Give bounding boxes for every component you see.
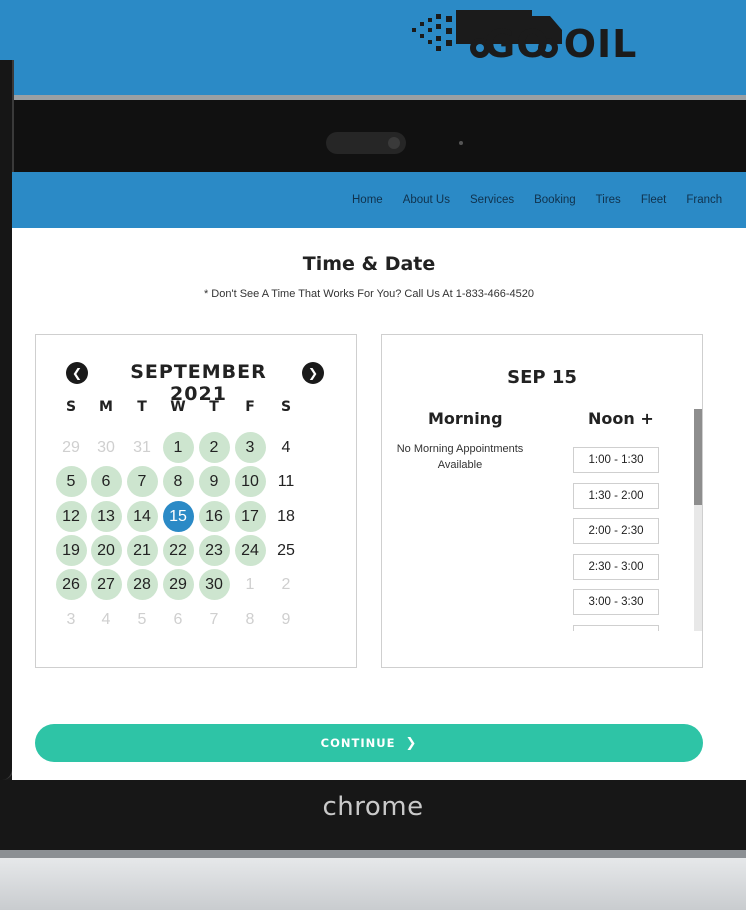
calendar-day: 6 (173, 611, 183, 628)
calendar-day: 4 (281, 439, 291, 456)
calendar-day: 7 (209, 611, 219, 628)
calendar-day: 25 (277, 542, 295, 559)
time-slot-button[interactable]: 3:00 - 3:30 (573, 589, 659, 615)
calendar-day[interactable]: 21 (126, 535, 158, 566)
nav-item-franch[interactable]: Franch (686, 194, 722, 206)
calendar-day[interactable]: 5 (55, 466, 87, 497)
calendar-day[interactable]: 28 (126, 569, 158, 600)
calendar-day[interactable]: 30 (198, 569, 230, 600)
calendar-day: 9 (281, 611, 291, 628)
calendar-day[interactable]: 24 (234, 535, 266, 566)
continue-label: CONTINUE (320, 736, 396, 750)
nav-list: Home About Us Services Booking Tires Fleet Fra… (352, 172, 742, 228)
noon-header: Noon + (588, 409, 654, 428)
calendar-day: 2 (281, 576, 291, 593)
calendar-day[interactable]: 26 (55, 569, 87, 600)
prev-month-button[interactable]: ❮ (66, 362, 88, 384)
calendar-day[interactable]: 12 (55, 501, 87, 532)
weekday-label: S (65, 399, 77, 415)
calendar-day[interactable]: 8 (162, 466, 194, 497)
calendar-day[interactable]: 13 (90, 501, 122, 532)
main-nav: Home About Us Services Booking Tires Fleet Fra… (12, 172, 746, 228)
slot-scrollbar-thumb[interactable] (694, 409, 702, 505)
no-morning-message: No Morning Appointments Available (396, 443, 524, 471)
calendar-day[interactable]: 17 (234, 501, 266, 532)
continue-button[interactable]: CONTINUE ❯ (35, 724, 703, 762)
weekday-label: S (280, 399, 292, 415)
time-picker: SEP 15 Morning Noon + No Morning Appoint… (381, 334, 703, 668)
calendar-day: 4 (101, 611, 111, 628)
weekday-label: T (209, 399, 219, 415)
time-slot-button[interactable]: 1:30 - 2:00 (573, 482, 659, 509)
calendar-day[interactable]: 10 (234, 466, 266, 497)
calendar-day: 8 (245, 611, 255, 628)
nav-item-fleet[interactable]: Fleet (641, 194, 667, 206)
calendar-day: 1 (245, 576, 255, 593)
weekday-label: M (99, 399, 113, 415)
time-slot-button[interactable]: 2:00 - 2:30 (573, 518, 659, 544)
webcam-lens-icon (388, 137, 400, 149)
device-brand-word: chrome (322, 792, 424, 822)
nav-item-booking[interactable]: Booking (534, 194, 576, 206)
nav-item-about-us[interactable]: About Us (403, 194, 450, 206)
device-mockup: GO OIL Home About Us Services Booking Tires F… (0, 0, 746, 910)
calendar: ❮ SEPTEMBER 2021 ❯ S M T W T F S 29 30 31 1 2 3 4 5 6 7 8… (35, 334, 357, 668)
calendar-day[interactable]: 6 (90, 466, 122, 497)
nav-item-home[interactable]: Home (352, 194, 383, 206)
calendar-day[interactable]: 22 (162, 535, 194, 566)
chevron-left-circle-icon: ❮ (71, 366, 83, 380)
calendar-day[interactable]: 7 (126, 466, 158, 497)
laptop-hinge (0, 850, 746, 858)
calendar-day[interactable]: 2 (198, 432, 230, 463)
page-title: Time & Date (302, 253, 436, 275)
calendar-day[interactable]: 1 (162, 432, 194, 463)
calendar-day[interactable]: 19 (55, 535, 87, 566)
calendar-day[interactable]: 20 (90, 535, 122, 566)
calendar-day[interactable]: 29 (162, 569, 194, 600)
calendar-day[interactable]: 23 (198, 535, 230, 566)
calendar-day: 31 (133, 439, 151, 456)
nav-item-services[interactable]: Services (470, 194, 514, 206)
calendar-day: 29 (62, 439, 80, 456)
time-slot-button[interactable]: 2:30 - 3:00 (573, 553, 659, 580)
calendar-day: 18 (277, 508, 295, 525)
calendar-day[interactable]: 9 (198, 466, 230, 497)
calendar-day[interactable]: 27 (90, 569, 122, 600)
calendar-header: ❮ SEPTEMBER 2021 ❯ (66, 359, 328, 405)
chevron-right-circle-icon: ❯ (307, 366, 319, 380)
calendar-day[interactable]: 14 (126, 501, 158, 532)
calendar-day: 3 (66, 611, 76, 628)
booking-panel: Time & Date * Don't See A Time That Work… (12, 228, 746, 780)
calendar-day[interactable]: 16 (198, 501, 230, 532)
laptop-base (0, 858, 746, 910)
weekday-label: W (170, 399, 186, 415)
morning-header: Morning (428, 409, 503, 428)
logo-wordmark: GO OIL (484, 22, 638, 66)
chevron-right-icon: ❯ (405, 736, 418, 751)
calendar-day[interactable]: 3 (234, 432, 266, 463)
calendar-day: 30 (97, 439, 115, 456)
selected-date-label: SEP 15 (507, 367, 577, 388)
weekday-label: T (137, 399, 147, 415)
time-slot-button[interactable]: 1:00 - 1:30 (573, 447, 659, 473)
next-month-button[interactable]: ❯ (302, 362, 324, 384)
call-us-note: * Don't See A Time That Works For You? C… (203, 288, 535, 300)
time-slot-list: 1:00 - 1:30 1:30 - 2:00 2:00 - 2:30 2:30 - … (568, 439, 668, 631)
weekday-label: F (245, 399, 255, 415)
calendar-day: 11 (277, 473, 295, 490)
webcam-light (459, 141, 463, 145)
calendar-day-selected[interactable]: 15 (162, 501, 194, 532)
calendar-day: 5 (137, 611, 147, 628)
nav-item-tires[interactable]: Tires (596, 194, 621, 206)
time-slot-button[interactable]: 3:30 - 4:00 (573, 624, 659, 631)
